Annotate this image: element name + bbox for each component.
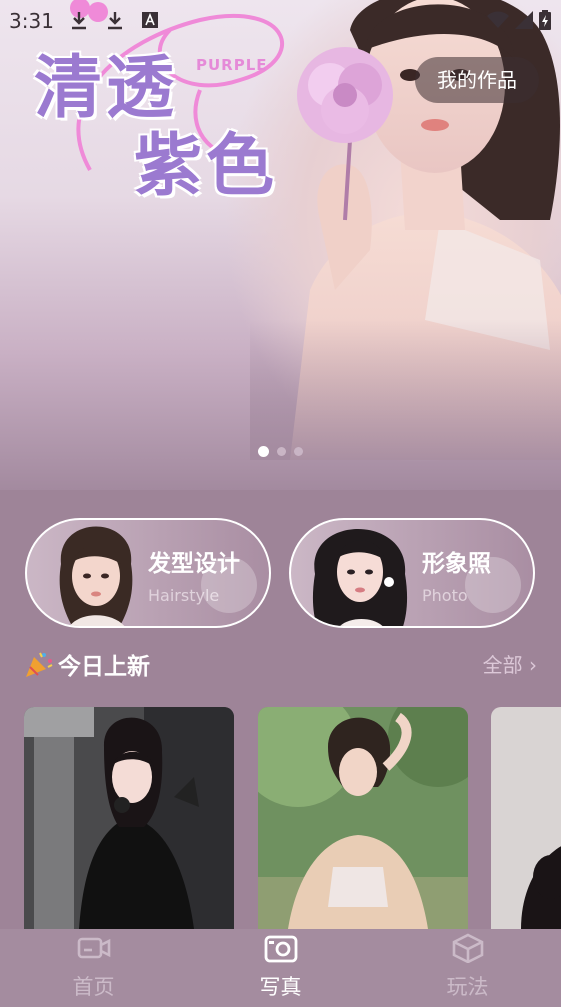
peony-flower-image: [297, 47, 393, 143]
status-bar: 3:31: [0, 0, 561, 42]
photo-card[interactable]: [491, 707, 561, 929]
my-works-button[interactable]: 我的作品: [415, 57, 539, 103]
text-a-icon: [142, 12, 158, 28]
nav-tab-home[interactable]: 首页: [0, 929, 187, 1007]
decorative-shape-icon: [465, 557, 521, 613]
photo-card[interactable]: [24, 707, 234, 929]
today-new-section-header: 今日上新 全部 ›: [24, 645, 537, 680]
hairstyle-design-card[interactable]: 发型设计 Hairstyle: [25, 518, 271, 628]
signal-icon: [515, 11, 533, 29]
outdoor-summer-photo-image: [258, 707, 468, 929]
nav-label-play: 玩法: [446, 975, 489, 999]
see-all-link[interactable]: 全部 ›: [483, 649, 537, 678]
bottom-navigation: 首页 写真 玩法: [0, 929, 561, 1007]
partial-photo-image: [491, 707, 561, 929]
new-photos-carousel[interactable]: [24, 707, 561, 929]
decorative-shape-icon: [201, 557, 257, 613]
carousel-dot[interactable]: [294, 447, 303, 456]
portrait-avatar-image: [312, 529, 408, 626]
photo-card[interactable]: [258, 707, 468, 929]
carousel-dot-active[interactable]: [258, 446, 269, 457]
carousel-indicator: [258, 446, 303, 457]
nav-label-photo: 写真: [259, 975, 302, 999]
hero-tag-text: PURPLE: [196, 56, 268, 74]
download-icon: [108, 12, 122, 30]
portrait-photo-card[interactable]: 形象照 Photo: [289, 518, 535, 628]
video-camera-icon: [77, 937, 110, 959]
hero-title-line1: 清透: [34, 49, 179, 128]
status-time: 3:31: [9, 9, 54, 33]
carousel-dot[interactable]: [277, 447, 286, 456]
hairstyle-avatar-image: [59, 526, 133, 626]
battery-charging-icon: [539, 10, 551, 30]
hero-banner[interactable]: 清透 紫色 PURPLE 我的作品: [0, 0, 561, 490]
party-popper-icon: [26, 652, 53, 677]
section-title: 今日上新: [58, 654, 150, 680]
wifi-icon: [487, 11, 509, 28]
nav-label-home: 首页: [72, 975, 115, 999]
download-icon: [72, 12, 86, 30]
camera-icon: [264, 935, 297, 963]
hero-title-line2: 紫色: [134, 127, 279, 206]
nav-tab-play[interactable]: 玩法: [374, 929, 561, 1007]
gothic-style-photo-image: [24, 707, 234, 929]
nav-tab-photo[interactable]: 写真: [187, 929, 374, 1007]
cube-icon: [452, 933, 483, 963]
portrait-subtitle: Photo: [422, 586, 468, 605]
